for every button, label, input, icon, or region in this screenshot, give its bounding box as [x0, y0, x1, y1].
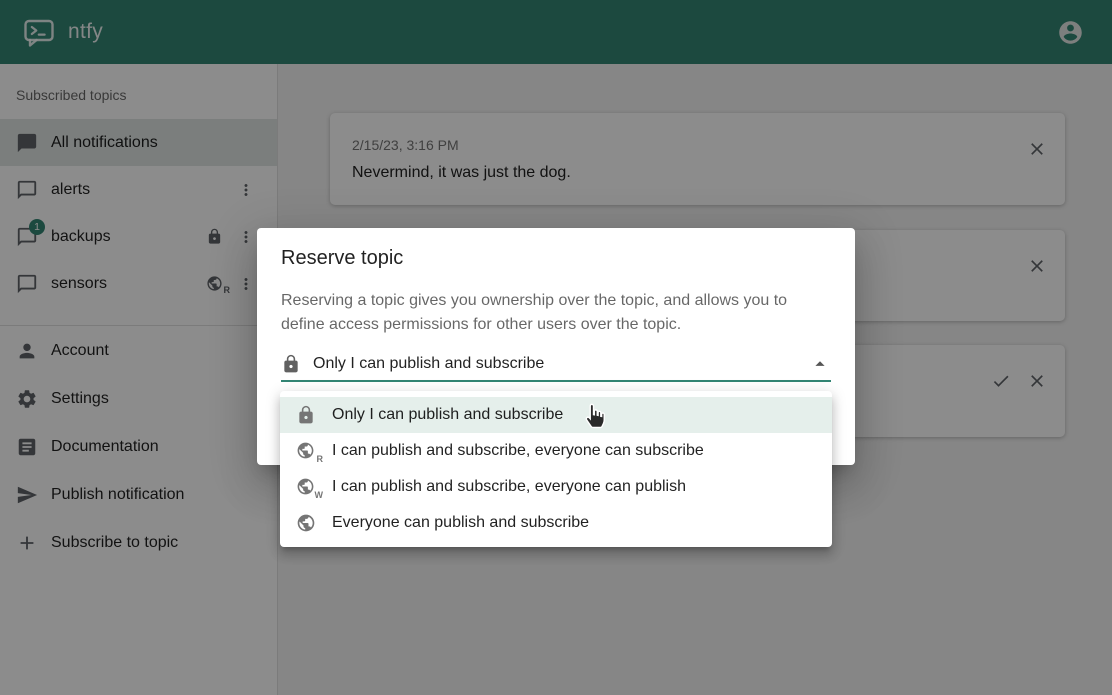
permission-dropdown-menu: Only I can publish and subscribe R I can p… [280, 391, 832, 547]
menu-option[interactable]: Everyone can publish and subscribe [280, 505, 832, 541]
globe-w-icon: W [296, 477, 316, 497]
menu-option-label: I can publish and subscribe, everyone ca… [332, 442, 704, 460]
chevron-up-icon [809, 353, 831, 375]
select-value: Only I can publish and subscribe [313, 355, 544, 373]
dialog-title: Reserve topic [281, 247, 403, 270]
globe-r-icon: R [296, 441, 316, 461]
menu-option-label: Everyone can publish and subscribe [332, 514, 589, 532]
lock-icon [281, 354, 301, 374]
menu-option[interactable]: R I can publish and subscribe, everyone c… [280, 433, 832, 469]
menu-option[interactable]: W I can publish and subscribe, everyone c… [280, 469, 832, 505]
lock-icon [296, 405, 316, 425]
access-permission-select[interactable]: Only I can publish and subscribe [281, 348, 831, 380]
select-focus-underline [281, 380, 831, 382]
dialog-description: Reserving a topic gives you ownership ov… [281, 289, 809, 337]
menu-option-label: Only I can publish and subscribe [332, 406, 563, 424]
globe-icon [296, 513, 316, 533]
menu-option[interactable]: Only I can publish and subscribe [280, 397, 832, 433]
menu-option-label: I can publish and subscribe, everyone ca… [332, 478, 686, 496]
